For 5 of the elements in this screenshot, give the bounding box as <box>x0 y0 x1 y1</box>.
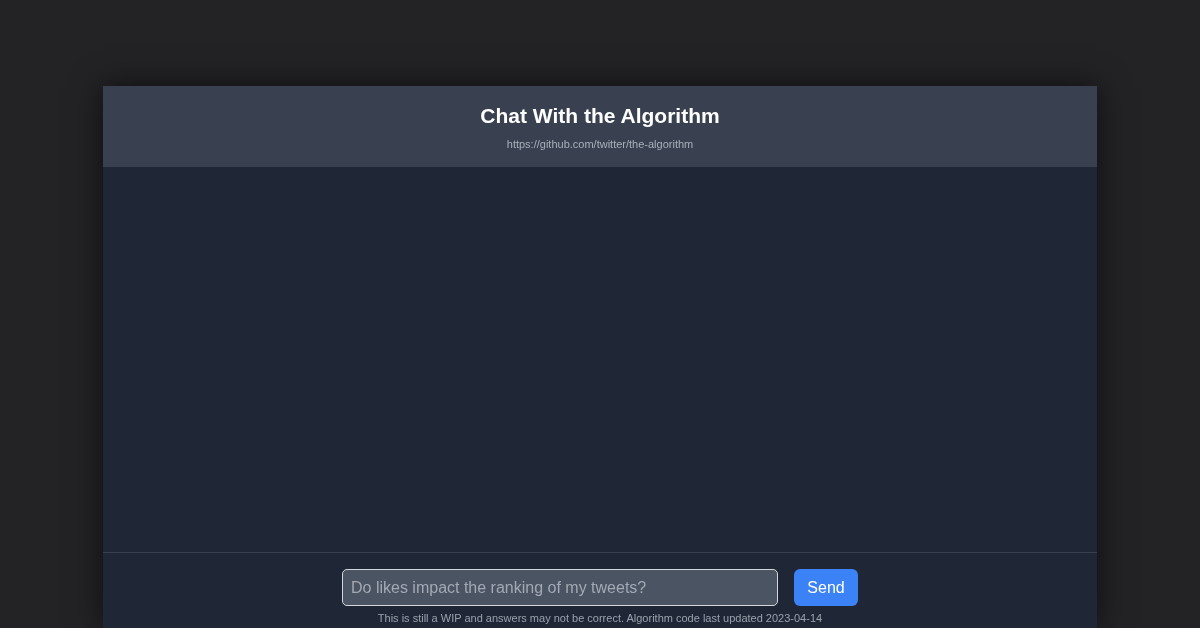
disclaimer-text: This is still a WIP and answers may not be correct. Algorithm code last updated 2023-04-14 <box>377 612 823 624</box>
app-title: Chat With the Algorithm <box>480 103 720 128</box>
send-button[interactable]: Send <box>794 569 858 606</box>
question-input-field[interactable]: Do likes impact the ranking of my tweets? <box>342 569 778 606</box>
repository-link[interactable]: https://github.com/twitter/the-algorithm <box>506 137 694 150</box>
